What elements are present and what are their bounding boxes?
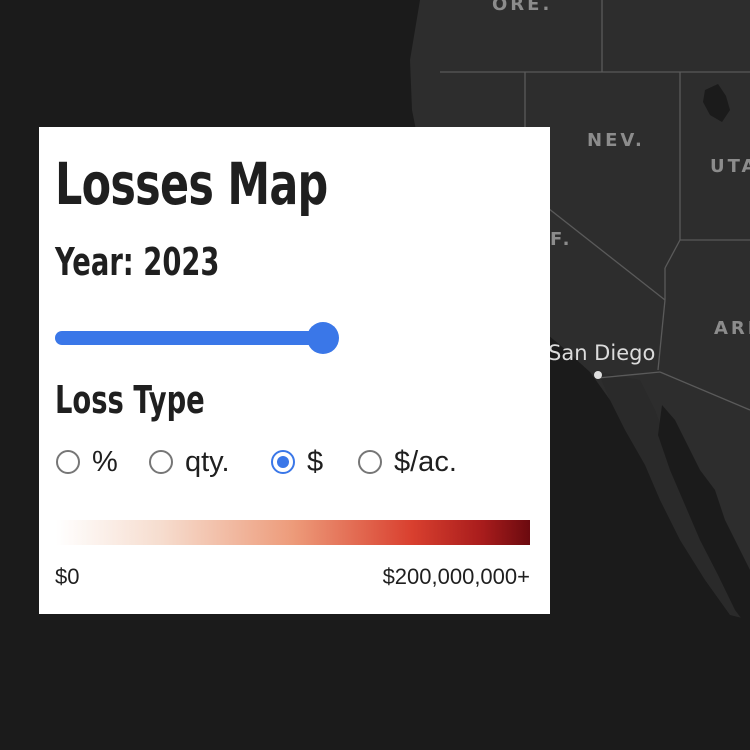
map-label-california: F. <box>550 229 573 250</box>
radio-button-dollars-per-acre[interactable] <box>358 450 382 474</box>
radio-label-dollars-per-acre[interactable]: $/ac. <box>394 446 457 479</box>
year-slider-track[interactable] <box>55 331 323 345</box>
radio-button-quantity[interactable] <box>149 450 173 474</box>
year-label: Year: 2023 <box>55 240 220 284</box>
color-scale-bar <box>56 520 530 545</box>
color-scale-min-label: $0 <box>55 564 80 589</box>
panel-title: Losses Map <box>55 150 328 218</box>
radio-label-quantity[interactable]: qty. <box>185 446 230 479</box>
loss-type-label: Loss Type <box>55 378 205 422</box>
map-label-arizona: ARI <box>714 318 750 339</box>
city-label-san-diego: San Diego <box>548 341 656 365</box>
radio-label-dollars[interactable]: $ <box>307 446 323 479</box>
radio-button-dollars[interactable] <box>271 450 295 474</box>
radio-button-percent[interactable] <box>56 450 80 474</box>
year-slider[interactable] <box>55 322 339 354</box>
map-label-oregon: ORE. <box>492 0 553 15</box>
year-slider-thumb[interactable] <box>307 322 339 354</box>
loss-type-option-dollars[interactable]: $ <box>271 444 323 480</box>
color-scale-max-label: $200,000,000+ <box>382 564 530 589</box>
map-label-nevada: NEV. <box>587 130 645 151</box>
losses-map-panel: Losses Map Year: 2023 Loss Type % qty. $… <box>39 127 550 614</box>
loss-type-option-percent[interactable]: % <box>56 444 118 480</box>
map-label-utah: UTA <box>710 156 750 177</box>
loss-type-option-quantity[interactable]: qty. <box>149 444 230 480</box>
loss-type-option-dollars-per-acre[interactable]: $/ac. <box>358 444 457 480</box>
radio-label-percent[interactable]: % <box>92 446 118 479</box>
san-diego-marker[interactable] <box>594 371 602 379</box>
